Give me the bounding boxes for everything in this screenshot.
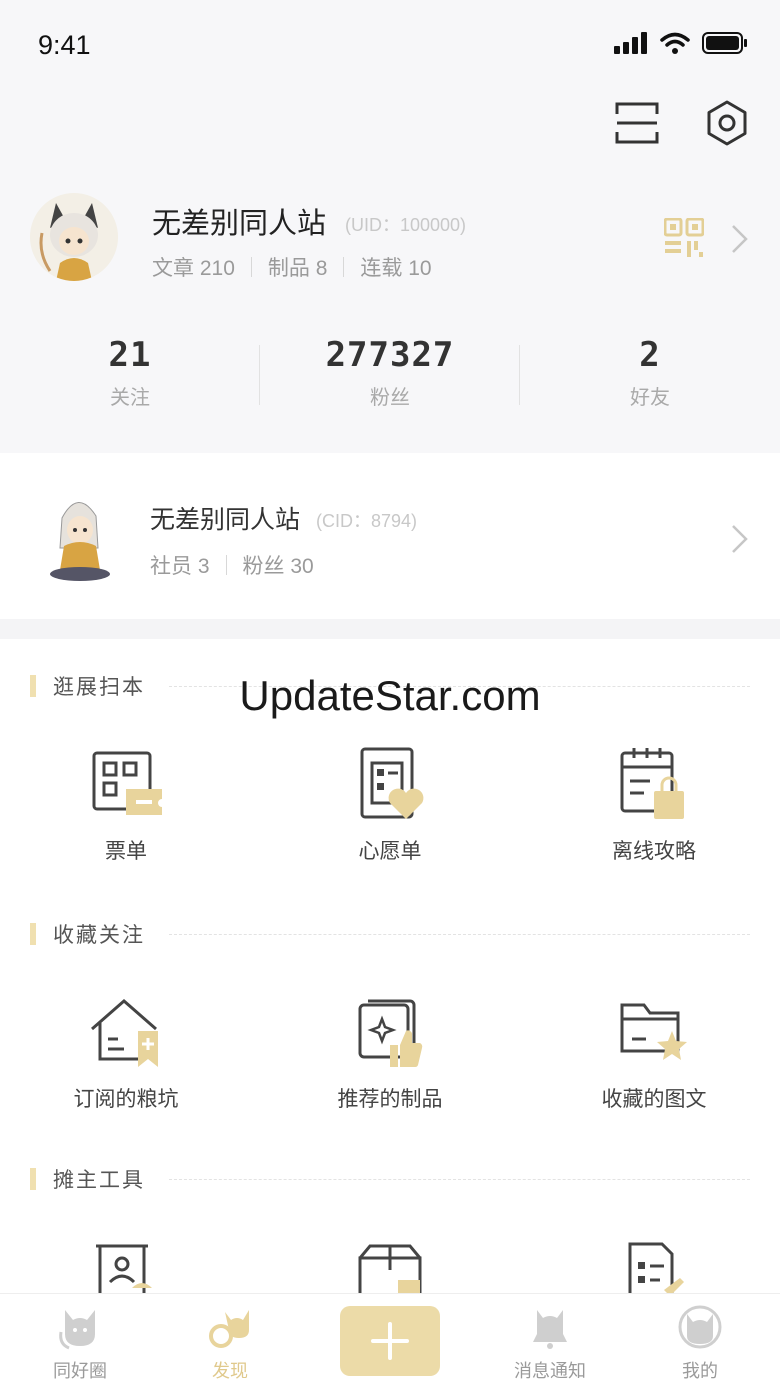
status-icons: [614, 32, 748, 54]
fans-label: 粉丝: [370, 387, 410, 409]
booth-icon: [96, 1244, 152, 1298]
section-gap: [0, 619, 780, 639]
grid-item-label: 推荐的制品: [337, 1088, 443, 1111]
profile-uid: (UID：100000): [345, 215, 467, 235]
club-avatar-illustration: [50, 502, 110, 581]
club-fans: 粉丝 30: [242, 555, 314, 578]
box-icon: [358, 1244, 422, 1300]
settings-icon[interactable]: [704, 100, 750, 146]
following-count[interactable]: 21 关注: [0, 335, 260, 410]
cat-bubble-icon: [59, 1310, 95, 1350]
tab-label: 发现: [212, 1361, 248, 1381]
divider: [250, 257, 252, 277]
profile-name: 无差别同人站: [152, 208, 327, 240]
folder-star-icon: [620, 1003, 687, 1060]
fans-count[interactable]: 277327 粉丝: [260, 335, 520, 410]
calendar-bag-icon: [620, 748, 684, 819]
profile-stats: 文章 210 制品 8 连载 10: [152, 252, 432, 282]
chevron-right-icon[interactable]: [730, 224, 750, 254]
grid-item-label: 心愿单: [358, 840, 422, 863]
grid-item-label: 票单: [105, 840, 147, 863]
grid-item-label: 收藏的图文: [601, 1088, 707, 1111]
status-time: 9:41: [38, 30, 91, 60]
club-cid: (CID：8794): [316, 511, 418, 531]
cat-avatar-icon: [678, 1305, 722, 1349]
grid-item-recommended[interactable]: 推荐的制品: [280, 993, 500, 1113]
friends-count[interactable]: 2 好友: [520, 335, 780, 410]
wifi-icon: [660, 32, 690, 54]
house-bookmark-icon: [91, 999, 158, 1067]
following-value: 21: [108, 335, 152, 375]
grid-item-saved-posts[interactable]: 收藏的图文: [544, 993, 764, 1113]
tab-community[interactable]: 同好圈: [15, 1304, 145, 1383]
fans-value: 277327: [325, 335, 455, 375]
avatar-illustration: [30, 193, 118, 281]
tab-label: 我的: [682, 1361, 718, 1381]
section-bar: [30, 923, 36, 945]
club-stats: 社员 3 粉丝 30: [150, 550, 314, 580]
cat-bell-icon: [533, 1310, 567, 1349]
section-divider: [169, 933, 750, 935]
grid-item-ticket[interactable]: 票单: [16, 745, 236, 865]
avatar[interactable]: [30, 193, 118, 281]
chevron-right-icon[interactable]: [730, 524, 750, 554]
divider: [225, 555, 227, 575]
grid-item-subscribed[interactable]: 订阅的粮坑: [16, 993, 236, 1113]
ticket-icon: [92, 751, 162, 815]
tab-notifications[interactable]: 消息通知: [485, 1304, 615, 1383]
signal-icon: [614, 32, 647, 54]
grid-item-booth[interactable]: [16, 1240, 236, 1300]
section-title: 收藏关注: [53, 924, 145, 947]
section-bar: [30, 1168, 36, 1190]
club-members: 社员 3: [150, 555, 210, 578]
products-count[interactable]: 制品 8: [268, 252, 328, 282]
articles-count[interactable]: 文章 210: [152, 252, 235, 282]
cat-ring-icon: [209, 1310, 249, 1348]
scan-icon[interactable]: [614, 100, 660, 146]
club-name: 无差别同人站: [150, 506, 301, 534]
section-divider: [169, 1178, 750, 1180]
wishlist-icon: [360, 747, 424, 819]
tab-label: 消息通知: [514, 1361, 586, 1381]
qr-code-icon[interactable]: [664, 218, 704, 258]
add-button[interactable]: [340, 1306, 440, 1376]
divider: [343, 257, 345, 277]
tab-profile[interactable]: 我的: [635, 1304, 765, 1383]
grid-item-box[interactable]: [280, 1240, 500, 1300]
battery-icon: [702, 32, 747, 54]
thumbs-up-icon: [358, 999, 423, 1068]
club-avatar: [42, 488, 114, 584]
section-header-favorites: 收藏关注: [30, 921, 750, 947]
section-title: 摊主工具: [53, 1169, 145, 1192]
friends-label: 好友: [630, 387, 670, 409]
grid-item-label: 订阅的粮坑: [73, 1088, 179, 1111]
section-header-vendor-tools: 摊主工具: [30, 1166, 750, 1192]
grid-item-offline-guide[interactable]: 离线攻略: [544, 745, 764, 865]
order-form-icon: [628, 1242, 684, 1300]
following-label: 关注: [110, 387, 150, 409]
grid-item-order[interactable]: [544, 1240, 764, 1300]
tab-label: 同好圈: [53, 1361, 107, 1381]
club-card[interactable]: [0, 453, 780, 619]
plus-icon: [371, 1322, 409, 1360]
watermark: UpdateStar.com: [239, 672, 541, 719]
grid-item-wishlist[interactable]: 心愿单: [280, 745, 500, 865]
tab-bar: 同好圈 发现 消息通知 我的: [0, 1293, 780, 1387]
tab-discover[interactable]: 发现: [165, 1304, 295, 1383]
serials-count[interactable]: 连载 10: [360, 252, 431, 282]
friends-value: 2: [639, 335, 661, 375]
grid-item-label: 离线攻略: [612, 840, 696, 863]
